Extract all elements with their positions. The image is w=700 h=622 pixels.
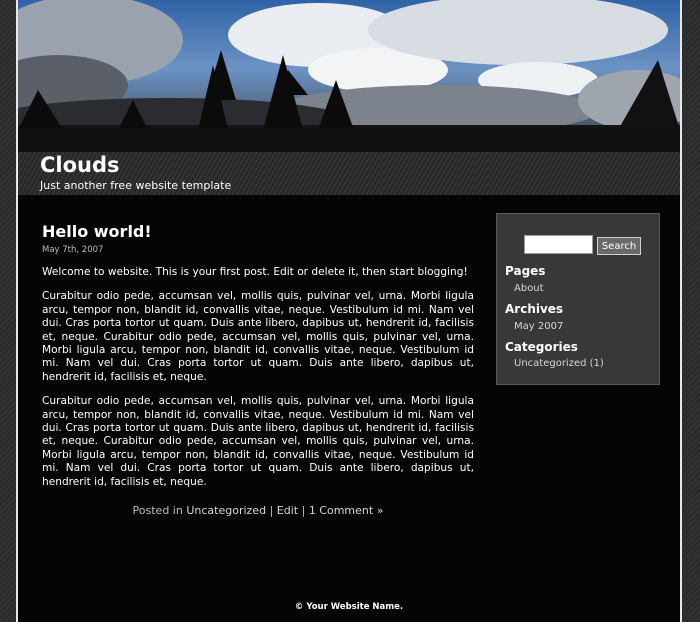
pages-heading: Pages <box>505 264 546 278</box>
main-content: Hello world! May 7th, 2007 Welcome to we… <box>42 222 474 517</box>
posted-in-label: Posted in <box>132 504 183 518</box>
post-paragraph-1: Curabitur odio pede, accumsan vel, molli… <box>42 290 474 383</box>
search-button[interactable]: Search <box>597 237 641 255</box>
sidebar: Search Pages About Archives May 2007 Cat… <box>496 213 660 385</box>
title-bar: Clouds Just another free website templat… <box>18 152 680 195</box>
footer-copyright: © Your Website Name. <box>294 602 404 612</box>
archives-heading: Archives <box>505 302 564 316</box>
header-clouds-image <box>18 0 680 152</box>
edit-link[interactable]: Edit <box>277 504 298 517</box>
site-tagline: Just another free website template <box>40 179 232 192</box>
post-meta: Posted in Uncategorized | Edit | 1 Comme… <box>42 504 474 517</box>
sidebar-item-about[interactable]: About <box>514 283 544 294</box>
meta-separator: | <box>301 504 306 518</box>
site-title[interactable]: Clouds <box>40 153 120 177</box>
category-link[interactable]: Uncategorized <box>186 504 266 517</box>
page-container: Clouds Just another free website templat… <box>16 0 682 622</box>
post-paragraph-2: Curabitur odio pede, accumsan vel, molli… <box>42 395 474 488</box>
sidebar-item-uncategorized[interactable]: Uncategorized (1) <box>514 358 604 369</box>
comments-link[interactable]: 1 Comment » <box>309 504 384 517</box>
meta-separator: | <box>269 504 274 518</box>
clouds-photo-icon <box>18 0 680 152</box>
sidebar-item-may-2007[interactable]: May 2007 <box>514 321 563 332</box>
post-intro: Welcome to website. This is your first p… <box>42 266 468 278</box>
post-date: May 7th, 2007 <box>42 245 104 255</box>
search-input[interactable] <box>524 235 593 254</box>
post-title[interactable]: Hello world! <box>42 222 474 241</box>
categories-heading: Categories <box>505 340 578 354</box>
